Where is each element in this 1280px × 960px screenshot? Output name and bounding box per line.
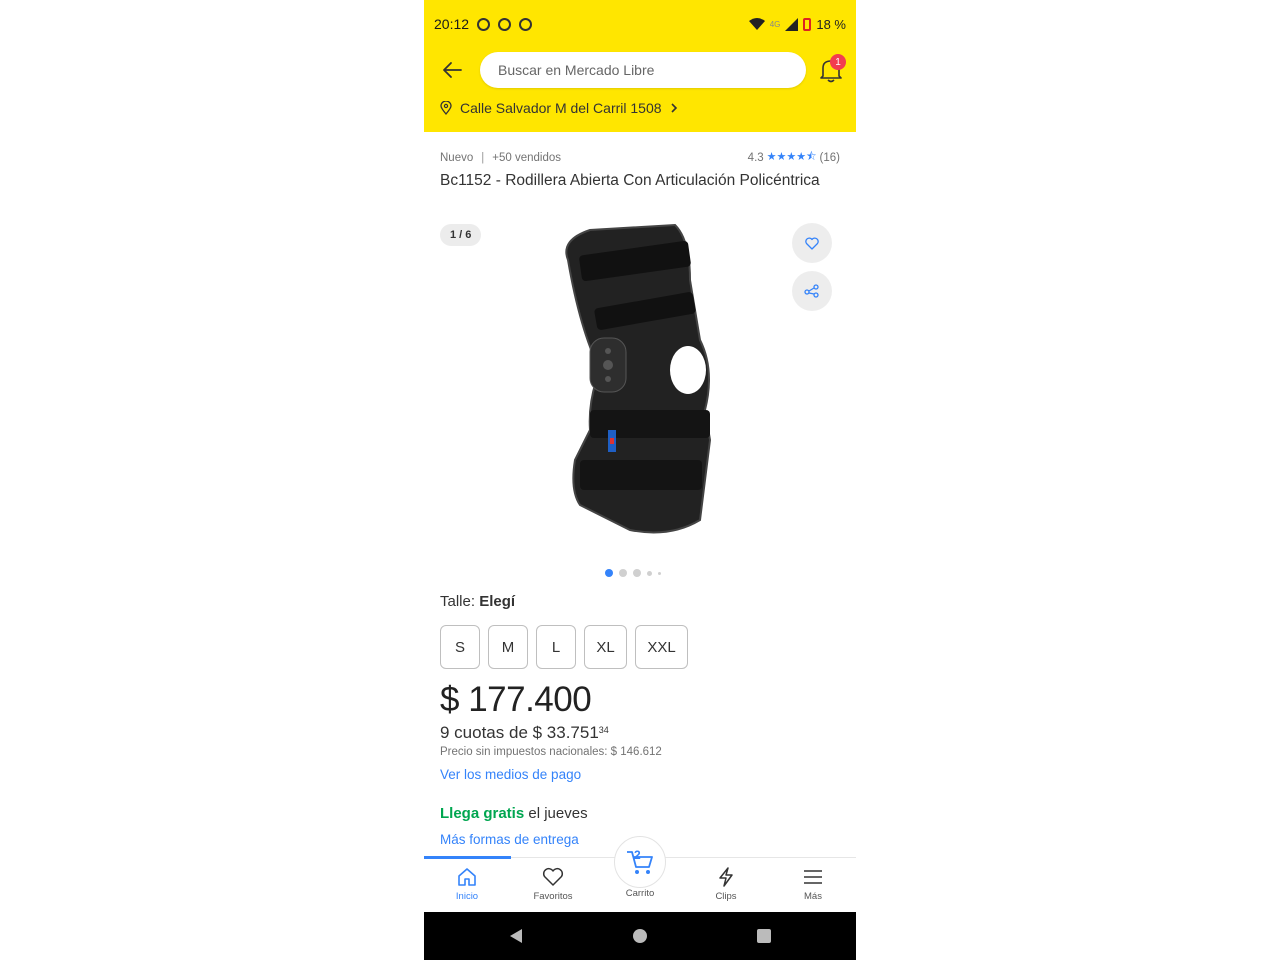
gallery-counter: 1 / 6	[440, 224, 482, 246]
chevron-right-icon	[670, 103, 677, 113]
android-recents-icon[interactable]	[756, 928, 772, 944]
size-label-text: Talle:	[440, 593, 476, 610]
top-bar: 1	[424, 52, 856, 88]
rating[interactable]: 4.3 ★★★★⯪ (16)	[748, 148, 840, 167]
location-pin-icon	[440, 101, 452, 115]
phone-screen: 20:12 4G 18 % 1 Calle Salvador M del Car…	[424, 0, 856, 960]
size-option-xl[interactable]: XL	[584, 625, 627, 669]
heart-icon	[805, 236, 819, 250]
product-condition: Nuevo	[440, 151, 474, 164]
heart-icon	[542, 867, 564, 886]
product-title: Bc1152 - Rodillera Abierta Con Articulac…	[440, 172, 820, 189]
size-option-xxl[interactable]: XXL	[635, 625, 688, 669]
free-shipping-label: Llega gratis	[440, 805, 525, 822]
favorite-button[interactable]	[792, 223, 832, 263]
notification-badge: 1	[830, 54, 846, 70]
delivery-address[interactable]: Calle Salvador M del Carril 1508	[440, 100, 678, 116]
nav-item-inicio[interactable]: Inicio	[424, 858, 510, 913]
star-rating-icon: ★★★★⯪	[766, 151, 817, 163]
share-icon	[804, 284, 819, 298]
size-options: S M L XL XXL	[440, 625, 688, 669]
battery-icon	[803, 17, 812, 31]
nav-item-clips[interactable]: Clips	[683, 858, 769, 913]
status-right: 4G 18 %	[748, 16, 846, 32]
size-option-s[interactable]: S	[440, 625, 480, 669]
size-option-m[interactable]: M	[488, 625, 528, 669]
network-type: 4G	[769, 19, 781, 29]
nav-item-favoritos[interactable]: Favoritos	[510, 858, 596, 913]
gallery-dot-active[interactable]	[605, 569, 613, 577]
status-notification-icons	[477, 17, 533, 31]
size-option-l[interactable]: L	[536, 625, 576, 669]
notification-app-icon	[477, 17, 491, 31]
size-selected: Elegí	[479, 593, 516, 610]
meta-separator: |	[481, 151, 485, 164]
more-delivery-options-link[interactable]: Más formas de entrega	[440, 832, 579, 847]
android-back-icon[interactable]	[508, 928, 524, 944]
knee-brace-image[interactable]	[550, 220, 730, 540]
signal-icon	[785, 17, 799, 31]
rating-value: 4.3	[747, 151, 764, 164]
status-bar: 20:12 4G 18 %	[424, 0, 856, 48]
gallery-pagination	[605, 569, 661, 577]
wifi-icon	[748, 18, 765, 30]
android-navigation-bar	[424, 912, 856, 960]
installments-cents: 34	[598, 725, 609, 735]
address-text: Calle Salvador M del Carril 1508	[460, 100, 662, 116]
android-home-icon[interactable]	[632, 928, 648, 944]
search-input[interactable]	[480, 52, 806, 88]
shipping-when: el jueves	[524, 805, 588, 822]
share-button[interactable]	[792, 271, 832, 311]
rating-count: (16)	[819, 151, 840, 164]
menu-icon	[804, 870, 822, 884]
gallery-dot[interactable]	[619, 569, 627, 577]
nav-label-inicio: Inicio	[455, 891, 479, 902]
nav-label-favoritos: Favoritos	[533, 891, 573, 902]
payment-methods-link[interactable]: Ver los medios de pago	[440, 767, 581, 782]
nav-label-carrito: Carrito	[625, 888, 655, 899]
sold-count: +50 vendidos	[492, 151, 561, 164]
shipping-info: Llega gratis el jueves	[440, 805, 588, 822]
price-without-taxes: Precio sin impuestos nacionales: $ 146.6…	[440, 746, 662, 758]
back-arrow-icon[interactable]	[440, 58, 464, 82]
soccer-ball-icon	[519, 17, 533, 31]
cart-button[interactable]	[614, 836, 666, 888]
gallery-dot[interactable]	[647, 570, 652, 576]
soccer-ball-icon	[498, 17, 512, 31]
battery-level: 18 %	[816, 16, 846, 32]
nav-label-clips: Clips	[715, 891, 737, 902]
bolt-icon	[719, 867, 733, 887]
size-label: Talle: Elegí	[440, 593, 515, 610]
nav-label-mas: Más	[804, 891, 822, 902]
home-icon	[458, 868, 476, 886]
price: $ 177.400	[440, 680, 592, 719]
installments: 9 cuotas de $ 33.75134	[440, 723, 609, 743]
nav-item-mas[interactable]: Más	[770, 858, 856, 913]
cart-count: 2	[634, 848, 641, 862]
status-time: 20:12	[434, 16, 470, 32]
product-meta: Nuevo | +50 vendidos 4.3 ★★★★⯪ (16)	[440, 148, 840, 167]
gallery-dot[interactable]	[633, 569, 641, 577]
installments-text: 9 cuotas de $ 33.751	[440, 723, 599, 742]
gallery-dot[interactable]	[658, 571, 661, 575]
